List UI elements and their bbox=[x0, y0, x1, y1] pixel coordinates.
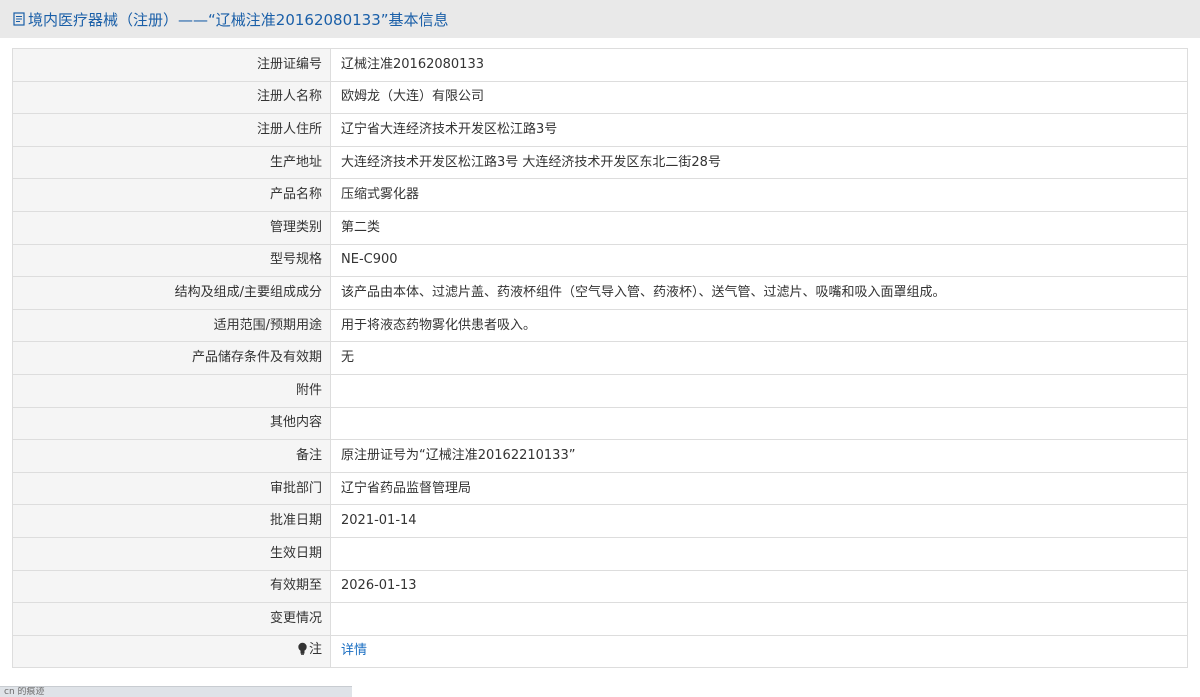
row-label: 备注 bbox=[12, 439, 331, 473]
table-row-reg-no: 注册证编号 辽械注准20162080133 bbox=[12, 48, 1188, 82]
table-row-attachment: 附件 bbox=[12, 373, 1188, 408]
row-label: 附件 bbox=[12, 373, 331, 408]
row-label: 产品名称 bbox=[12, 178, 331, 212]
row-label: 生产地址 bbox=[12, 145, 331, 180]
row-value: 辽宁省药品监督管理局 bbox=[330, 471, 1188, 506]
row-value: 辽械注准20162080133 bbox=[330, 48, 1188, 82]
info-table-container: 注册证编号 辽械注准20162080133 注册人名称 欧姆龙（大连）有限公司 注册人住… bbox=[12, 48, 1188, 669]
row-label: 注册人名称 bbox=[12, 80, 331, 115]
row-label: 结构及组成/主要组成成分 bbox=[12, 276, 331, 310]
table-row-registrant-address: 注册人住所 辽宁省大连经济技术开发区松江路3号 bbox=[12, 113, 1188, 147]
status-strip: cn 的痕迹 bbox=[0, 686, 352, 697]
row-value: 该产品由本体、过滤片盖、药液杯组件（空气导入管、药液杯）、送气管、过滤片、吸嘴和… bbox=[330, 276, 1188, 310]
table-row-changes: 变更情况 bbox=[12, 602, 1188, 636]
row-value: 大连经济技术开发区松江路3号 大连经济技术开发区东北二街28号 bbox=[330, 145, 1188, 180]
row-label: 型号规格 bbox=[12, 243, 331, 278]
row-value: 欧姆龙（大连）有限公司 bbox=[330, 80, 1188, 115]
row-label: 注册证编号 bbox=[12, 48, 331, 82]
row-value: NE-C900 bbox=[330, 243, 1188, 278]
row-label: 变更情况 bbox=[12, 602, 331, 636]
row-value: 辽宁省大连经济技术开发区松江路3号 bbox=[330, 113, 1188, 147]
table-row-registrant-name: 注册人名称 欧姆龙（大连）有限公司 bbox=[12, 80, 1188, 115]
table-row-intended-use: 适用范围/预期用途 用于将液态药物雾化供患者吸入。 bbox=[12, 308, 1188, 343]
status-text: cn 的痕迹 bbox=[4, 687, 45, 697]
row-value bbox=[330, 536, 1188, 571]
row-value: 2021-01-14 bbox=[330, 504, 1188, 538]
table-row-model: 型号规格 NE-C900 bbox=[12, 243, 1188, 278]
row-value: 详情 bbox=[330, 634, 1188, 669]
info-table-body: 注册证编号 辽械注准20162080133 注册人名称 欧姆龙（大连）有限公司 注册人住… bbox=[12, 48, 1188, 669]
page-title: 境内医疗器械（注册）——“辽械注准20162080133”基本信息 bbox=[28, 10, 449, 29]
row-value: 压缩式雾化器 bbox=[330, 178, 1188, 212]
row-value: 无 bbox=[330, 341, 1188, 375]
document-icon bbox=[12, 12, 26, 26]
row-label: 审批部门 bbox=[12, 471, 331, 506]
row-value bbox=[330, 602, 1188, 636]
row-value: 原注册证号为“辽械注准20162210133” bbox=[330, 439, 1188, 473]
row-label: 生效日期 bbox=[12, 536, 331, 571]
row-value: 用于将液态药物雾化供患者吸入。 bbox=[330, 308, 1188, 343]
row-value: 第二类 bbox=[330, 210, 1188, 245]
table-row-note: 注 详情 bbox=[12, 634, 1188, 669]
table-row-storage: 产品储存条件及有效期无 bbox=[12, 341, 1188, 375]
details-link[interactable]: 详情 bbox=[341, 643, 367, 658]
table-row-production-address: 生产地址 大连经济技术开发区松江路3号 大连经济技术开发区东北二街28号 bbox=[12, 145, 1188, 180]
row-label: 其他内容 bbox=[12, 406, 331, 441]
row-value bbox=[330, 373, 1188, 408]
row-label: 有效期至 bbox=[12, 569, 331, 604]
table-row-valid-until: 有效期至 2026-01-13 bbox=[12, 569, 1188, 604]
table-row-effective-date: 生效日期 bbox=[12, 536, 1188, 571]
table-row-approval-date: 批准日期 2021-01-14 bbox=[12, 504, 1188, 538]
table-row-approval-dept: 审批部门 辽宁省药品监督管理局 bbox=[12, 471, 1188, 506]
row-label: 注 bbox=[12, 634, 331, 669]
page-header: 境内医疗器械（注册）——“辽械注准20162080133”基本信息 bbox=[0, 0, 1200, 38]
table-row-product-name: 产品名称 压缩式雾化器 bbox=[12, 178, 1188, 212]
table-row-category: 管理类别 第二类 bbox=[12, 210, 1188, 245]
row-value bbox=[330, 406, 1188, 441]
row-value: 2026-01-13 bbox=[330, 569, 1188, 604]
note-label: 注 bbox=[308, 642, 322, 658]
row-label: 管理类别 bbox=[12, 210, 331, 245]
row-label: 批准日期 bbox=[12, 504, 331, 538]
table-row-remarks: 备注 原注册证号为“辽械注准20162210133” bbox=[12, 439, 1188, 473]
info-table: 注册证编号 辽械注准20162080133 注册人名称 欧姆龙（大连）有限公司 注册人住… bbox=[12, 48, 1188, 669]
row-label: 产品储存条件及有效期 bbox=[12, 341, 331, 375]
row-label: 适用范围/预期用途 bbox=[12, 308, 331, 343]
row-label: 注册人住所 bbox=[12, 113, 331, 147]
table-row-other: 其他内容 bbox=[12, 406, 1188, 441]
table-row-structure: 结构及组成/主要组成成分 该产品由本体、过滤片盖、药液杯组件（空气导入管、药液杯）… bbox=[12, 276, 1188, 310]
lightbulb-icon bbox=[297, 642, 308, 660]
